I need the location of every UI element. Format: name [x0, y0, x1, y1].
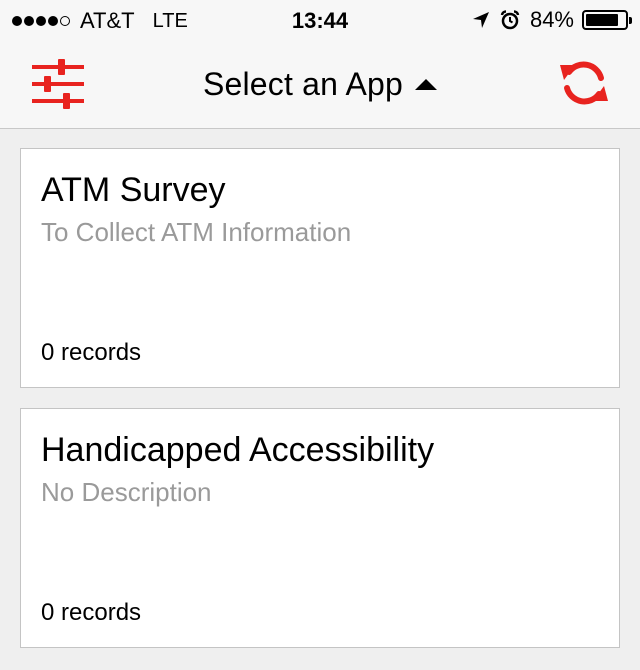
record-count: 0 records	[41, 339, 142, 366]
battery-percent: 84%	[529, 7, 574, 32]
nav-bar: Select an App	[0, 40, 640, 129]
refresh-icon	[560, 61, 608, 105]
alarm-clock-icon	[500, 10, 520, 30]
app-description: No Description	[41, 477, 212, 507]
app-selector[interactable]: Select an App	[0, 66, 640, 103]
battery-fill	[586, 14, 618, 26]
caret-up-icon	[415, 79, 438, 90]
refresh-button[interactable]	[558, 56, 610, 110]
app-description: To Collect ATM Information	[41, 217, 352, 247]
app-title: Handicapped Accessibility	[41, 431, 435, 469]
status-bar: AT&T LTE 13:44 84%	[0, 0, 640, 40]
app-title: ATM Survey	[41, 171, 226, 209]
location-arrow-icon	[472, 11, 490, 29]
nav-title-label: Select an App	[202, 66, 404, 102]
battery-icon	[582, 10, 632, 30]
battery-cap	[629, 17, 632, 24]
status-right: 84%	[472, 7, 632, 33]
app-card-atm-survey[interactable]: ATM Survey To Collect ATM Information 0 …	[20, 148, 620, 388]
app-card-handicapped-accessibility[interactable]: Handicapped Accessibility No Description…	[20, 408, 620, 648]
record-count: 0 records	[41, 599, 142, 626]
